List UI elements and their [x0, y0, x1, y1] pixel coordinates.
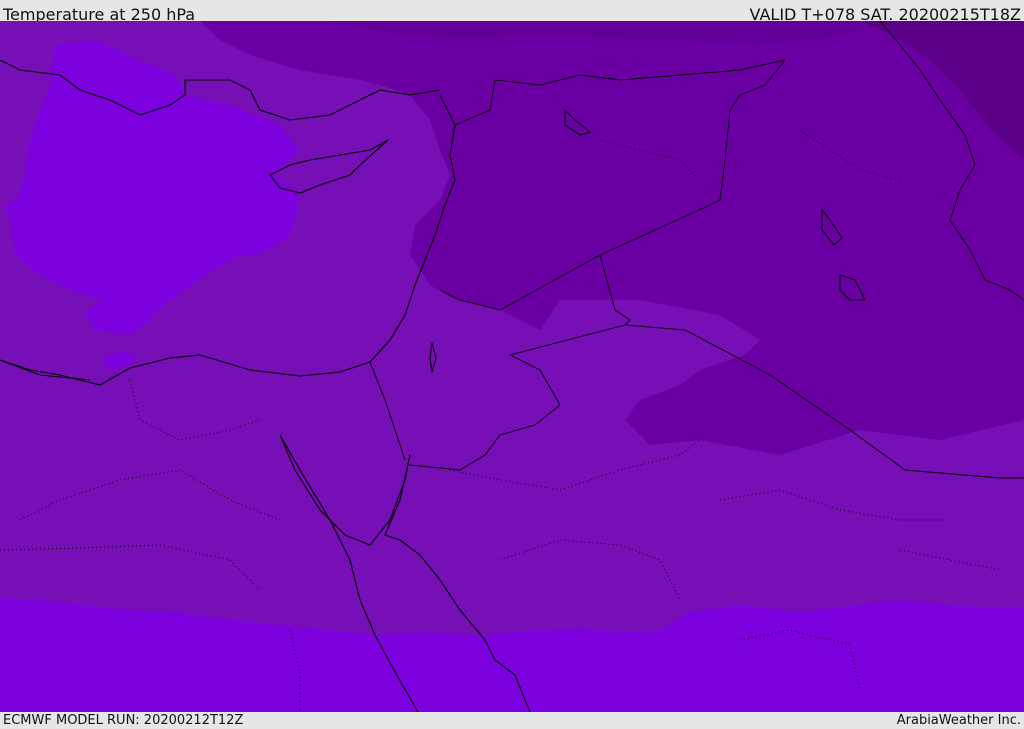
- model-run: ECMWF MODEL RUN: 20200212T12Z: [3, 713, 244, 728]
- temperature-map: [0, 21, 1024, 712]
- map-header: Temperature at 250 hPa VALID T+078 SAT. …: [0, 0, 1024, 22]
- credit-label: ArabiaWeather Inc.: [896, 713, 1021, 728]
- map-footer: ECMWF MODEL RUN: 20200212T12Z ArabiaWeat…: [0, 712, 1024, 729]
